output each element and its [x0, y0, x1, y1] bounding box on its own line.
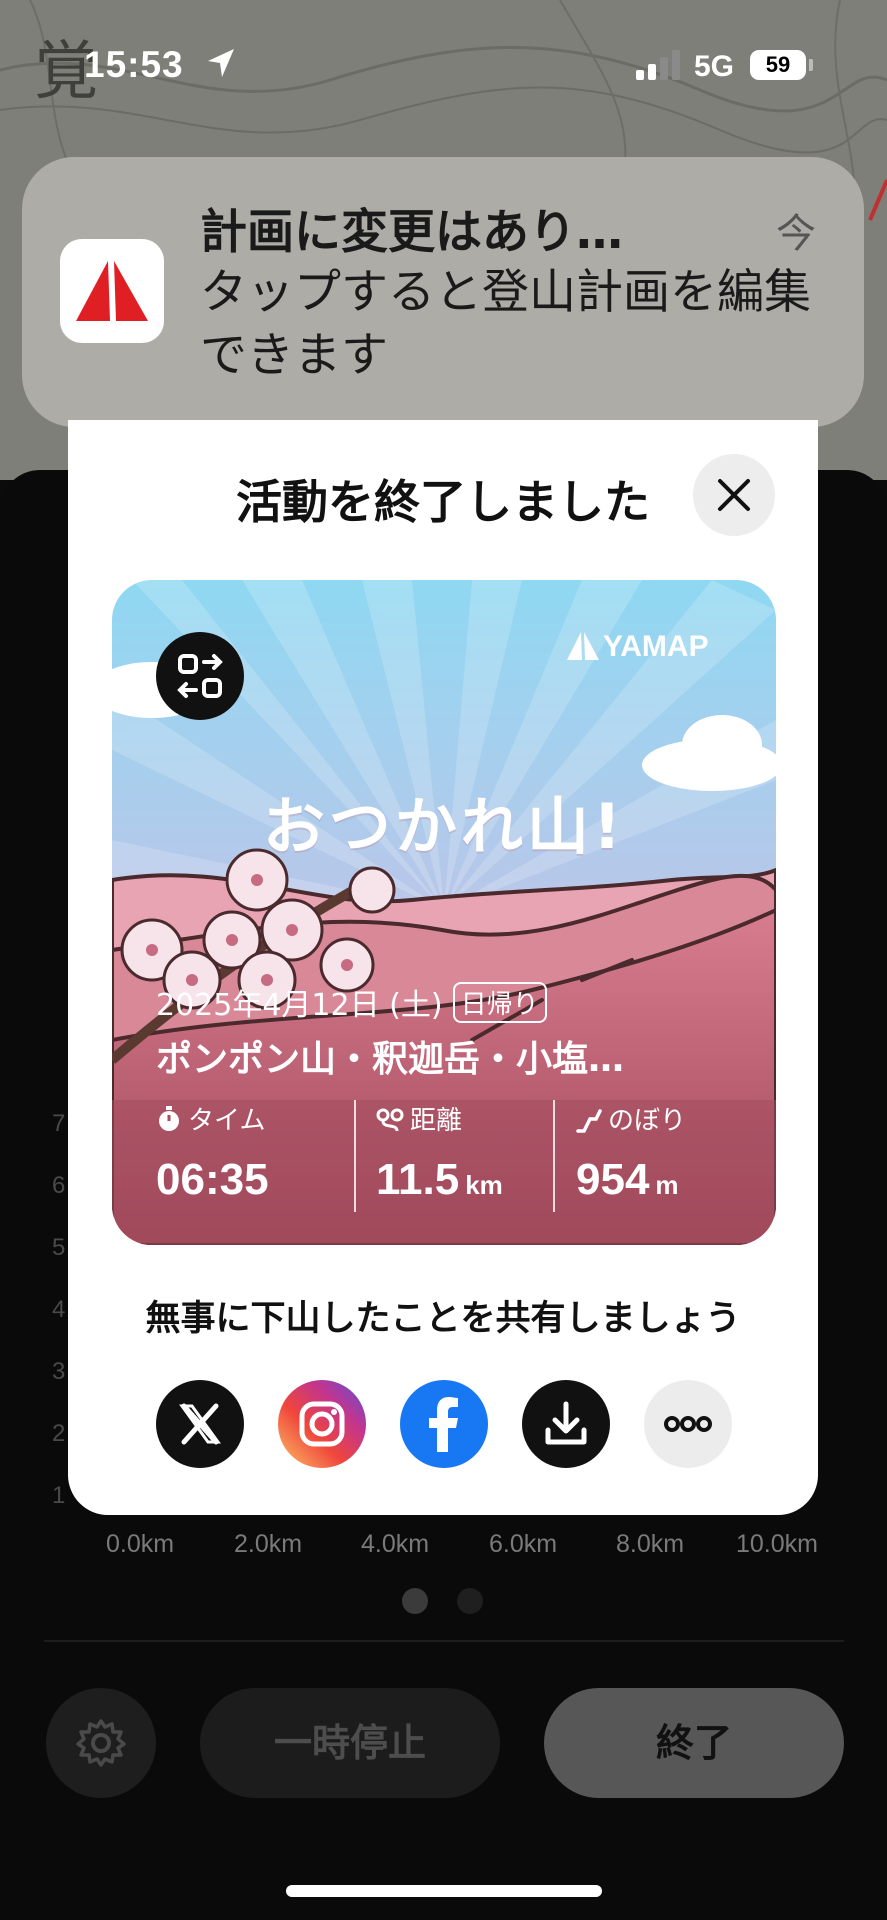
- stat-ascent-label: のぼり: [608, 1106, 687, 1136]
- graph-x-tick: 8.0km: [616, 1530, 685, 1558]
- date-text: 2025年4月12日 (土): [156, 988, 443, 1023]
- notification-body: タップすると登山計画を編集できます: [200, 265, 811, 383]
- download-button[interactable]: [522, 1380, 610, 1468]
- share-x-button[interactable]: [156, 1380, 244, 1468]
- share-prompt: 無事に下山したことを共有しましょう: [145, 1299, 741, 1339]
- yamap-app-icon: [60, 239, 164, 343]
- stat-time: タイム 06:35: [156, 1100, 269, 1205]
- status-time: 15:53: [84, 44, 184, 85]
- graph-y-tick: 7: [52, 1110, 66, 1137]
- graph-y-tick: 2: [52, 1420, 66, 1447]
- pause-button[interactable]: 一時停止: [200, 1688, 500, 1798]
- signal-icon: [636, 50, 680, 80]
- yamap-logo-text: YAMAP: [603, 630, 709, 663]
- close-icon: [718, 479, 750, 511]
- location-arrow-icon: [208, 49, 234, 77]
- activity-finished-modal: 活動を終了しました YAMAP おつかれ山! 2025年4月12日 (土) 日帰…: [68, 420, 818, 1515]
- graph-x-tick: 4.0km: [361, 1530, 430, 1558]
- share-facebook-button[interactable]: [400, 1380, 488, 1468]
- notification-time: 今: [776, 211, 816, 257]
- notification-banner[interactable]: 計画に変更はあり… 今 タップすると登山計画を編集できます: [22, 157, 864, 427]
- stat-divider: [354, 1100, 356, 1212]
- end-button[interactable]: 終了: [544, 1688, 844, 1798]
- activity-date: 2025年4月12日 (土) 日帰り: [156, 980, 547, 1024]
- yamap-logo: YAMAP: [567, 630, 709, 664]
- stat-time-value: 06:35: [156, 1155, 269, 1204]
- graph-y-tick: 1: [52, 1482, 66, 1509]
- page-indicator-dot[interactable]: [457, 1588, 483, 1614]
- graph-y-tick: 3: [52, 1358, 66, 1385]
- stat-ascent: のぼり 954 m: [576, 1100, 686, 1205]
- close-button[interactable]: [693, 454, 775, 536]
- page-indicator-dot-active[interactable]: [402, 1588, 428, 1614]
- battery-icon: 59: [750, 50, 806, 80]
- stat-time-label: タイム: [188, 1106, 266, 1136]
- notification-title: 計画に変更はあり…: [200, 205, 623, 260]
- graph-y-tick: 4: [52, 1296, 66, 1323]
- summary-card: YAMAP おつかれ山! 2025年4月12日 (土) 日帰り ポンポン山・釈迦岳…: [112, 580, 776, 1245]
- x-icon: [179, 1403, 221, 1445]
- stat-distance-unit: km: [465, 1170, 503, 1200]
- share-instagram-button[interactable]: [278, 1380, 366, 1468]
- stat-divider: [553, 1100, 555, 1212]
- route-icon: [376, 1108, 404, 1132]
- divider: [44, 1640, 844, 1642]
- graph-y-tick: 5: [52, 1234, 66, 1261]
- more-icon: [664, 1416, 712, 1432]
- home-indicator[interactable]: [286, 1885, 602, 1897]
- graph-x-tick: 2.0km: [234, 1530, 303, 1558]
- stopwatch-icon: [159, 1106, 179, 1131]
- card-headline: おつかれ山!: [262, 790, 626, 863]
- stat-distance: 距離 11.5 km: [376, 1100, 503, 1205]
- download-icon: [545, 1401, 587, 1445]
- stat-ascent-unit: m: [655, 1170, 679, 1200]
- network-label: 5G: [694, 50, 735, 83]
- graph-y-tick: 6: [52, 1172, 66, 1199]
- stat-distance-label: 距離: [410, 1106, 463, 1136]
- qr-swap-icon[interactable]: [156, 632, 244, 720]
- more-options-button[interactable]: [644, 1380, 732, 1468]
- graph-x-tick: 10.0km: [736, 1530, 818, 1558]
- facebook-icon: [429, 1397, 458, 1452]
- battery-tip: [809, 59, 813, 71]
- stat-distance-value: 11.5: [376, 1155, 460, 1204]
- stat-ascent-value: 954: [576, 1155, 650, 1204]
- gear-icon: [76, 1719, 126, 1767]
- graph-x-tick: 6.0km: [489, 1530, 558, 1558]
- ascent-icon: [576, 1109, 602, 1133]
- graph-x-tick: 0.0km: [106, 1530, 175, 1558]
- mountain-names: ポンポン山・釈迦岳・小塩…: [156, 1039, 625, 1080]
- settings-button[interactable]: [46, 1688, 156, 1798]
- instagram-icon: [299, 1401, 345, 1447]
- trip-type-badge: 日帰り: [452, 982, 547, 1023]
